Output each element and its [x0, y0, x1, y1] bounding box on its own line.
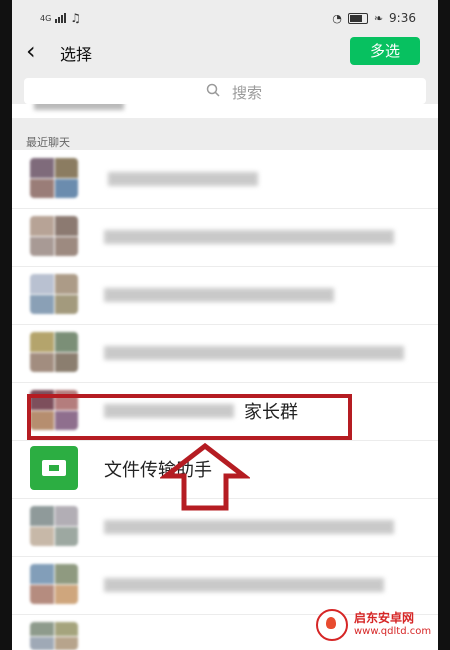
blurred-chat-name [108, 172, 258, 186]
group-avatar [30, 564, 78, 604]
battery-icon [347, 12, 368, 24]
search-icon [206, 83, 220, 97]
chat-row[interactable] [12, 150, 438, 209]
arrow-up-icon [160, 442, 250, 511]
chevron-left-icon[interactable]: ‹ [26, 39, 46, 63]
status-left: 4G ♫ [40, 11, 81, 25]
watermark-logo-icon [316, 609, 348, 641]
music-icon: ♫ [70, 11, 82, 25]
network-label: 4G [40, 13, 52, 23]
blurred-chat-name [104, 346, 404, 360]
file-transfer-icon [30, 446, 78, 490]
leaf-icon: ❧ [373, 11, 384, 25]
watermark-text: 启东安卓网 www.qdltd.com [354, 611, 431, 639]
group-avatar [30, 216, 78, 256]
blurred-chat-name [104, 520, 394, 534]
chat-row[interactable] [12, 324, 438, 383]
search-placeholder: 搜索 [232, 84, 263, 102]
signal-icon [55, 13, 67, 23]
group-avatar [30, 332, 78, 372]
recent-chats-header: 最近聊天 [26, 136, 70, 149]
status-bar: 4G ♫ ◔ ❧ 9:36 [12, 0, 438, 34]
cut-off-create-chat-row[interactable] [12, 104, 438, 118]
group-avatar [30, 506, 78, 546]
blurred-chat-name [104, 288, 334, 302]
header: ‹ 选择 多选 [12, 34, 438, 70]
red-highlight-box [27, 394, 352, 440]
phone-screen: 4G ♫ ◔ ❧ 9:36 ‹ 选择 多选 搜索 最近聊天 家长群 文件传输助手… [12, 0, 438, 650]
watermark-brand: 启东安卓网 [354, 611, 415, 625]
alarm-icon: ◔ [332, 11, 342, 25]
chat-row[interactable] [12, 266, 438, 325]
multi-select-button[interactable]: 多选 [350, 37, 420, 65]
group-avatar [30, 622, 78, 650]
page-title: 选择 [60, 45, 93, 64]
status-right: ◔ ❧ 9:36 [332, 11, 416, 25]
watermark: 启东安卓网 www.qdltd.com [316, 606, 436, 644]
clock: 9:36 [389, 11, 416, 25]
chat-row[interactable] [12, 208, 438, 267]
watermark-url: www.qdltd.com [354, 626, 432, 637]
search-bar[interactable]: 搜索 [24, 78, 426, 104]
group-avatar [30, 158, 78, 198]
blurred-text [34, 104, 124, 110]
blurred-chat-name [104, 230, 394, 244]
blurred-chat-name [104, 578, 384, 592]
group-avatar [30, 274, 78, 314]
